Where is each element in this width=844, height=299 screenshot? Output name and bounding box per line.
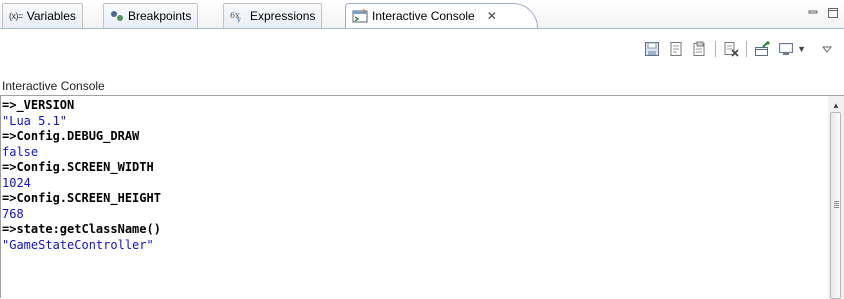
- clear-console-icon[interactable]: [722, 40, 740, 58]
- tab-interactive-console-label: Interactive Console: [372, 9, 475, 23]
- tab-expressions[interactable]: 6x y Expressions: [223, 3, 323, 28]
- tab-breakpoints[interactable]: Breakpoints: [103, 3, 199, 28]
- paste-icon[interactable]: [691, 40, 709, 58]
- breakpoints-icon: [110, 10, 124, 22]
- console-command-line: =>state:getClassName(): [2, 222, 161, 236]
- pin-console-icon[interactable]: [753, 40, 771, 58]
- minimize-view-icon[interactable]: [806, 6, 820, 20]
- console-title: Interactive Console: [2, 79, 105, 93]
- scrollbar-thumb[interactable]: [830, 112, 841, 299]
- scroll-up-icon[interactable]: ▲: [828, 98, 844, 112]
- copy-icon[interactable]: [667, 40, 685, 58]
- scrollbar-grip-icon: [834, 201, 839, 208]
- console-command-line: =>Config.SCREEN_WIDTH: [2, 160, 154, 174]
- tab-expressions-label: Expressions: [250, 9, 316, 23]
- interactive-console-view: (x)= Variables Breakpoints 6x y Expressio…: [0, 0, 844, 299]
- view-menu-icon[interactable]: [818, 40, 836, 58]
- console-output-line: "GameStateController": [2, 237, 154, 252]
- variables-icon: (x)=: [9, 11, 23, 21]
- console-command-line: =>Config.DEBUG_DRAW: [2, 129, 140, 143]
- tab-variables-label: Variables: [26, 9, 76, 23]
- console-output-line: "Lua 5.1": [2, 113, 68, 128]
- close-tab-icon[interactable]: ✕: [487, 9, 497, 23]
- tab-breakpoints-label: Breakpoints: [128, 9, 192, 23]
- console-output-line: 768: [2, 206, 24, 221]
- console-toolbar: ▼: [643, 37, 836, 61]
- svg-text:y: y: [236, 16, 241, 23]
- console-output[interactable]: =>_VERSION "Lua 5.1" =>Config.DEBUG_DRAW fa…: [0, 95, 828, 298]
- console-command-line: =>Config.SCREEN_HEIGHT: [2, 191, 161, 205]
- display-console-icon[interactable]: [777, 40, 795, 58]
- expressions-icon: 6x y: [230, 9, 246, 23]
- save-icon[interactable]: [643, 40, 661, 58]
- console-command-line: =>_VERSION: [2, 98, 75, 112]
- chevron-down-icon[interactable]: ▼: [797, 44, 806, 54]
- console-output-line: 1024: [2, 175, 31, 190]
- tab-interactive-console[interactable]: Interactive Console ✕: [345, 3, 538, 28]
- view-tab-bar: (x)= Variables Breakpoints 6x y Expressio…: [0, 0, 844, 29]
- tab-variables[interactable]: (x)= Variables: [2, 3, 83, 28]
- toolbar-separator: [715, 41, 717, 57]
- vertical-scrollbar[interactable]: ▲: [828, 95, 844, 299]
- toolbar-separator: [746, 41, 748, 57]
- maximize-view-icon[interactable]: [826, 6, 840, 20]
- interactive-console-icon: [352, 9, 368, 23]
- console-output-line: false: [2, 144, 39, 159]
